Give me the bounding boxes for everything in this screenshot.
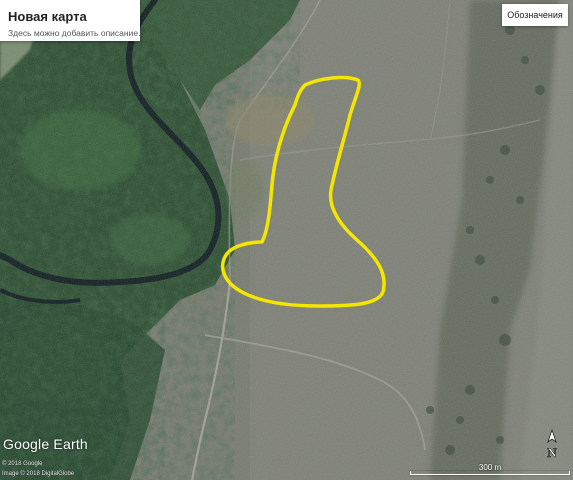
map-title: Новая карта (8, 9, 87, 24)
copyright-imagery: Image © 2018 DigitalGlobe (2, 471, 75, 477)
map-info-card[interactable]: Новая карта Здесь можно добавить описани… (0, 0, 140, 41)
scale-bar: 300 m (410, 463, 570, 477)
google-earth-logo: Google Earth (3, 436, 88, 452)
map-description: Здесь можно добавить описание. (8, 28, 141, 38)
legend-button[interactable]: Обозначения (502, 4, 568, 26)
compass-icon[interactable]: N (538, 428, 566, 464)
scale-label: 300 m (478, 463, 502, 472)
compass-label: N (547, 445, 557, 460)
copyright-google: © 2018 Google (2, 461, 43, 467)
satellite-map[interactable] (0, 0, 573, 480)
